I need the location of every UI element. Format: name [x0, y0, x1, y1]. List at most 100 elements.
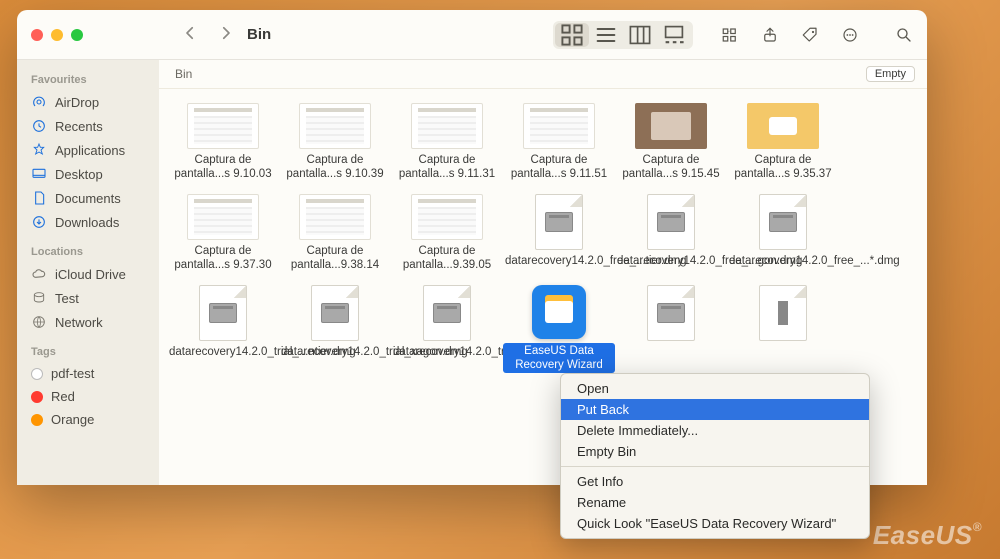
file-item[interactable]: datarecovery14.2.0_free_...tier.dmg [503, 194, 615, 273]
file-name: Captura de pantalla...9.39.05 [391, 244, 503, 273]
file-item[interactable]: Captura de pantalla...s 9.10.03 [167, 103, 279, 182]
doc-icon [759, 285, 807, 341]
file-name: Captura de pantalla...s 9.35.37 [727, 153, 839, 182]
toolbar [553, 21, 913, 49]
file-item[interactable]: Captura de pantalla...9.38.14 [279, 194, 391, 273]
context-menu: OpenPut BackDelete Immediately...Empty B… [560, 373, 870, 539]
applications-icon [31, 142, 47, 158]
screenshot-thumb [635, 103, 707, 149]
sidebar-item-downloads[interactable]: Downloads [17, 210, 159, 234]
screenshot-thumb [747, 103, 819, 149]
context-menu-separator [561, 466, 869, 467]
context-menu-item[interactable]: Delete Immediately... [561, 420, 869, 441]
context-menu-item[interactable]: Open [561, 378, 869, 399]
file-item[interactable]: Captura de pantalla...s 9.11.31 [391, 103, 503, 182]
file-item[interactable]: EaseUS Data Recovery Wizard [503, 285, 615, 374]
file-item[interactable]: Captura de pantalla...s 9.37.30 [167, 194, 279, 273]
sidebar-item-airdrop[interactable]: AirDrop [17, 90, 159, 114]
sidebar-item-label: Red [51, 389, 75, 404]
clock-icon [31, 118, 47, 134]
sidebar-item-desktop[interactable]: Desktop [17, 162, 159, 186]
dmg-icon [759, 194, 807, 250]
screenshot-thumb [187, 103, 259, 149]
empty-button[interactable]: Empty [866, 66, 915, 82]
sidebar-item-label: iCloud Drive [55, 267, 126, 282]
dmg-icon [535, 194, 583, 250]
traffic-lights [31, 29, 83, 41]
group-by-button[interactable] [721, 26, 739, 44]
file-name: datarecovery14.2.0_trial_...*.dmg [391, 345, 503, 359]
file-item[interactable]: Captura de pantalla...9.39.05 [391, 194, 503, 273]
screenshot-thumb [411, 194, 483, 240]
share-button[interactable] [761, 26, 779, 44]
file-item[interactable] [615, 285, 727, 374]
network-icon [31, 314, 47, 330]
tags-button[interactable] [801, 26, 819, 44]
dmg-icon [423, 285, 471, 341]
file-name: datarecovery14.2.0_trial_xagon.dmg [279, 345, 391, 359]
file-item[interactable]: Captura de pantalla...s 9.15.45 [615, 103, 727, 182]
file-item[interactable]: Captura de pantalla...s 9.35.37 [727, 103, 839, 182]
nav-arrows [181, 22, 235, 48]
context-menu-item[interactable]: Rename [561, 492, 869, 513]
sidebar-tag-pdf-test[interactable]: pdf-test [17, 362, 159, 385]
file-name: Captura de pantalla...s 9.10.03 [167, 153, 279, 182]
file-name: Captura de pantalla...s 9.15.45 [615, 153, 727, 182]
file-name: Captura de pantalla...s 9.11.51 [503, 153, 615, 182]
search-button[interactable] [895, 26, 913, 44]
locations-heading: Locations [17, 242, 159, 262]
file-name: Captura de pantalla...s 9.37.30 [167, 244, 279, 273]
window-title: Bin [247, 26, 271, 43]
sidebar-item-label: Desktop [55, 167, 103, 182]
file-item[interactable]: datarecovery14.2.0_trial_...ntier.dmg [167, 285, 279, 374]
sidebar-item-recents[interactable]: Recents [17, 114, 159, 138]
file-name: Captura de pantalla...s 9.11.31 [391, 153, 503, 182]
desktop-icon [31, 166, 47, 182]
airdrop-icon [31, 94, 47, 110]
path-label: Bin [175, 67, 192, 81]
sidebar-item-label: pdf-test [51, 366, 94, 381]
file-item[interactable]: datarecovery14.2.0_trial_...*.dmg [391, 285, 503, 374]
list-view-button[interactable] [589, 23, 623, 47]
screenshot-thumb [411, 103, 483, 149]
file-item[interactable]: datarecovery14.2.0_free_...*.dmg [727, 194, 839, 273]
sidebar-item-label: Recents [55, 119, 103, 134]
maximize-button[interactable] [71, 29, 83, 41]
sidebar-item-network[interactable]: Network [17, 310, 159, 334]
documents-icon [31, 190, 47, 206]
gallery-view-button[interactable] [657, 23, 691, 47]
forward-button[interactable] [217, 22, 235, 48]
context-menu-item[interactable]: Get Info [561, 471, 869, 492]
more-button[interactable] [841, 26, 859, 44]
sidebar-item-documents[interactable]: Documents [17, 186, 159, 210]
downloads-icon [31, 214, 47, 230]
sidebar-item-label: Network [55, 315, 103, 330]
tag-dot-icon [31, 368, 43, 380]
screenshot-thumb [299, 194, 371, 240]
app-icon [532, 285, 586, 339]
file-item[interactable]: datarecovery14.2.0_trial_xagon.dmg [279, 285, 391, 374]
sidebar-item-test[interactable]: Test [17, 286, 159, 310]
file-item[interactable] [727, 285, 839, 374]
sidebar-tag-red[interactable]: Red [17, 385, 159, 408]
file-name: datarecovery14.2.0_free_...tier.dmg [503, 254, 615, 268]
context-menu-item[interactable]: Put Back [561, 399, 869, 420]
screenshot-thumb [187, 194, 259, 240]
back-button[interactable] [181, 22, 199, 48]
close-button[interactable] [31, 29, 43, 41]
file-item[interactable]: Captura de pantalla...s 9.10.39 [279, 103, 391, 182]
sidebar-item-applications[interactable]: Applications [17, 138, 159, 162]
screenshot-thumb [299, 103, 371, 149]
icon-view-button[interactable] [555, 23, 589, 47]
context-menu-item[interactable]: Quick Look "EaseUS Data Recovery Wizard" [561, 513, 869, 534]
file-item[interactable]: Captura de pantalla...s 9.11.51 [503, 103, 615, 182]
sidebar-item-label: Test [55, 291, 79, 306]
column-view-button[interactable] [623, 23, 657, 47]
dmg-icon [311, 285, 359, 341]
sidebar-item-icloud[interactable]: iCloud Drive [17, 262, 159, 286]
sidebar-item-label: Orange [51, 412, 94, 427]
minimize-button[interactable] [51, 29, 63, 41]
sidebar-tag-orange[interactable]: Orange [17, 408, 159, 431]
file-item[interactable]: datarecovery14.2.0_free_...gon.dmg [615, 194, 727, 273]
context-menu-item[interactable]: Empty Bin [561, 441, 869, 462]
